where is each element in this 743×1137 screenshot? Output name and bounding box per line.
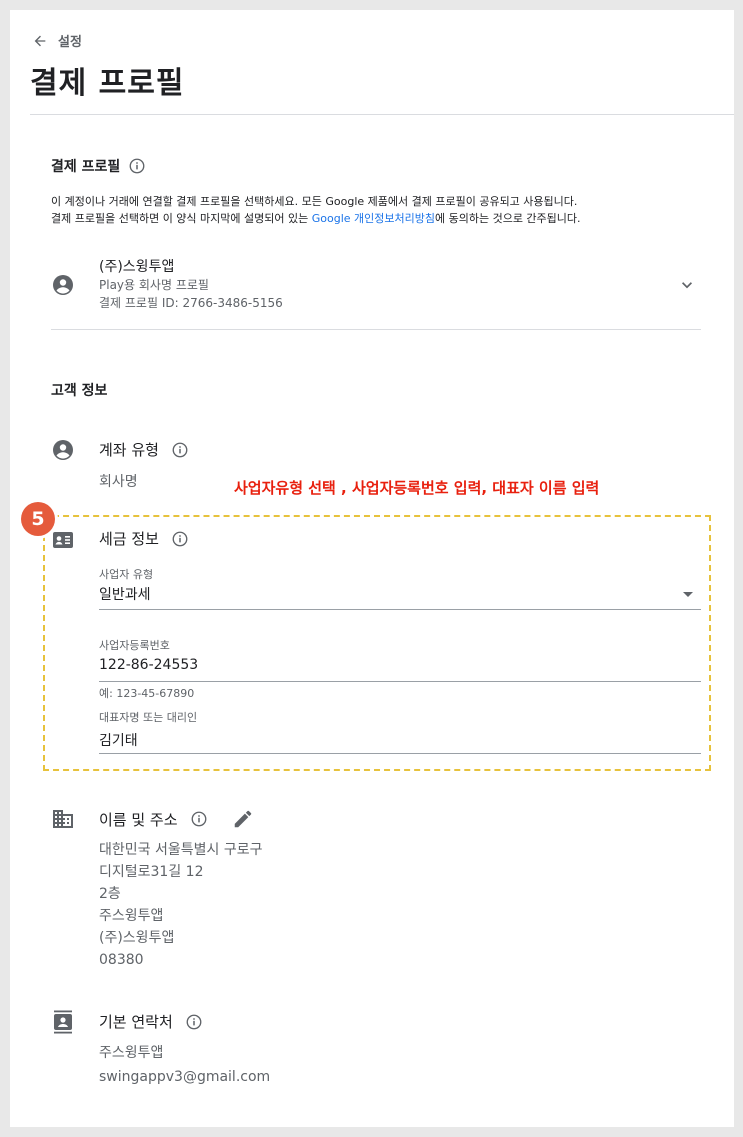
business-building-icon (53, 810, 73, 828)
title-divider (30, 114, 734, 115)
address-block: 대한민국 서울특별시 구로구 디지털로31길 12 2층 주스윙투앱 (주)스윙… (99, 839, 262, 971)
back-link[interactable]: 설정 (32, 31, 82, 50)
account-type-label: 계좌 유형 (99, 441, 159, 459)
tax-info-header: 세금 정보 (99, 528, 189, 549)
reg-number-underline (99, 681, 701, 682)
page-card: 설정 결제 프로필 결제 프로필 이 계정이나 거래에 연결할 결제 프로필을 … (10, 10, 734, 1127)
address-line: 2층 (99, 886, 121, 902)
reg-number-label: 사업자등록번호 (99, 639, 170, 652)
contact-name: 주스윙투앱 (99, 1045, 164, 1061)
payment-profile-section-title: 결제 프로필 (51, 159, 121, 175)
primary-contact-block: 주스윙투앱 swingappv3@gmail.com (99, 1042, 270, 1088)
annotation-text: 사업자유형 선택 , 사업자등록번호 입력, 대표자 이름 입력 (234, 479, 600, 497)
info-icon[interactable] (128, 157, 146, 175)
info-icon[interactable] (185, 1013, 203, 1031)
account-circle-icon (53, 440, 73, 460)
reg-number-hint: 예: 123-45-67890 (99, 687, 195, 700)
address-line: 주스윙투앱 (99, 908, 164, 924)
business-type-select[interactable]: 사업자 유형 일반과세 (99, 566, 701, 610)
payment-profile-description: 이 계정이나 거래에 연결할 결제 프로필을 선택하세요. 모든 Google … (51, 193, 721, 227)
representative-underline (99, 753, 701, 754)
account-type-value: 회사명 (99, 474, 138, 490)
description-line-2-prefix: 결제 프로필을 선택하면 이 양식 마지막에 설명되어 있는 (51, 212, 312, 225)
business-reg-number-field[interactable]: 사업자등록번호 122-86-24553 (99, 637, 701, 682)
profile-id: 결제 프로필 ID: 2766-3486-5156 (99, 296, 283, 310)
description-line-2: 결제 프로필을 선택하면 이 양식 마지막에 설명되어 있는 Google 개인… (51, 210, 721, 227)
representative-field[interactable]: 대표자명 또는 대리인 김기태 (99, 709, 701, 754)
primary-contact-header: 기본 연락처 (99, 1011, 203, 1032)
account-circle-icon (53, 275, 73, 295)
business-type-underline (99, 609, 701, 610)
payment-profile-header: 결제 프로필 (51, 156, 146, 176)
address-line: (주)스윙투앱 (99, 930, 175, 946)
profile-divider (51, 329, 701, 330)
profile-selector[interactable]: (주)스윙투앱 Play용 회사명 프로필 결제 프로필 ID: 2766-34… (51, 256, 701, 324)
business-type-value: 일반과세 (99, 587, 151, 603)
address-line: 디지털로31길 12 (99, 864, 204, 880)
info-icon[interactable] (171, 441, 189, 459)
representative-label: 대표자명 또는 대리인 (99, 711, 198, 724)
contact-card-icon (54, 1010, 72, 1034)
name-address-label: 이름 및 주소 (99, 810, 178, 829)
account-type-header: 계좌 유형 (99, 439, 189, 460)
arrow-back-icon (34, 35, 46, 46)
customer-info-title: 고객 정보 (51, 383, 108, 399)
tax-info-label: 세금 정보 (99, 530, 159, 548)
info-icon[interactable] (190, 810, 208, 828)
representative-value: 김기태 (99, 733, 138, 749)
reg-number-value: 122-86-24553 (99, 657, 199, 673)
profile-type: Play용 회사명 프로필 (99, 278, 209, 292)
page-title: 결제 프로필 (30, 66, 185, 101)
description-line-1: 이 계정이나 거래에 연결할 결제 프로필을 선택하세요. 모든 Google … (51, 195, 578, 208)
contact-email: swingappv3@gmail.com (99, 1069, 271, 1085)
address-line: 08380 (99, 952, 144, 968)
edit-pencil-icon[interactable] (232, 808, 254, 830)
back-label[interactable]: 설정 (58, 31, 82, 50)
step-badge: 5 (21, 502, 55, 536)
info-icon[interactable] (171, 530, 189, 548)
name-address-header: 이름 및 주소 (99, 808, 254, 830)
primary-contact-label: 기본 연락처 (99, 1013, 173, 1031)
profile-name: (주)스윙투앱 (99, 259, 175, 275)
address-line: 대한민국 서울특별시 구로구 (99, 842, 263, 858)
dropdown-arrow-icon (683, 592, 693, 597)
tax-id-card-icon (53, 532, 73, 548)
privacy-policy-link[interactable]: Google 개인정보처리방침 (312, 212, 435, 225)
business-type-label: 사업자 유형 (99, 568, 154, 581)
description-line-2-suffix: 에 동의하는 것으로 간주됩니다. (434, 212, 581, 225)
chevron-down-icon[interactable] (677, 275, 697, 295)
